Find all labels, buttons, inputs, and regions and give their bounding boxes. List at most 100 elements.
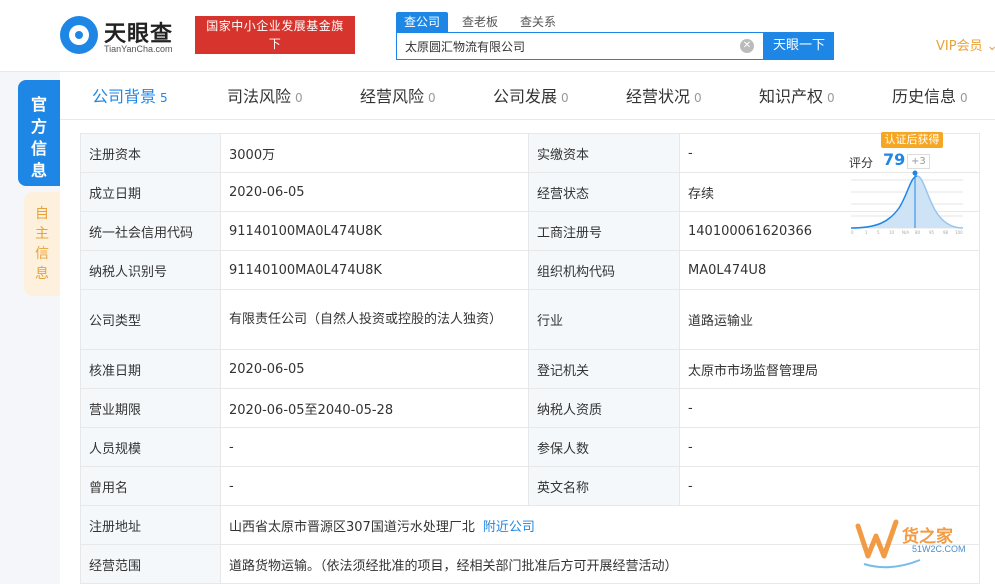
tab-label: 历史信息: [892, 87, 957, 106]
label-former-name: 曾用名: [80, 466, 221, 506]
table-row: 纳税人识别号 91140100MA0L474U8K 组织机构代码 MA0L474…: [80, 250, 980, 290]
score-label: 评分: [849, 156, 874, 170]
score-value: 79: [883, 150, 906, 169]
value-taxpayer-id: 91140100MA0L474U8K: [220, 250, 529, 290]
label-founded-date: 成立日期: [80, 172, 221, 212]
tab-judicial-risk[interactable]: 司法风险 0: [227, 72, 303, 120]
tab-search-relation[interactable]: 查关系: [512, 12, 564, 32]
tab-label: 公司背景: [92, 87, 157, 106]
side-tab-self-info[interactable]: 自 主 信 息: [24, 192, 60, 296]
side-char: 息: [35, 266, 49, 282]
value-business-term: 2020-06-05至2040-05-28: [220, 388, 529, 428]
badge-line-1: 国家中小企业发展基金旗下: [206, 19, 344, 51]
label-insured-count: 参保人数: [528, 427, 680, 467]
logo-domain: TianYanCha.com: [104, 44, 173, 54]
label-taxpayer-id: 纳税人识别号: [80, 250, 221, 290]
value-industry: 道路运输业: [679, 289, 980, 350]
label-industry: 行业: [528, 289, 680, 350]
tab-count: 0: [295, 91, 303, 105]
table-row: 公司类型 有限责任公司（自然人投资或控股的法人独资） 行业 道路运输业: [80, 289, 980, 350]
company-panel: 公司背景 5 司法风险 0 经营风险 0 公司发展 0 经营状况 0 知识产权 0 历史信息…: [60, 72, 995, 584]
official-badge: 国家中小企业发展基金旗下 官方备案企业征信机构: [195, 16, 355, 69]
certify-badge: 认证后获得: [881, 132, 943, 148]
value-approval-date: 2020-06-05: [220, 349, 529, 389]
value-company-type: 有限责任公司（自然人投资或控股的法人独资）: [220, 289, 529, 350]
tab-company-background[interactable]: 公司背景 5: [92, 72, 168, 120]
site-logo[interactable]: 天眼查 TianYanCha.com: [60, 14, 188, 56]
tab-count: 0: [694, 91, 702, 105]
tab-history-info[interactable]: 历史信息 0: [892, 72, 968, 120]
table-row: 注册资本 3000万 实缴资本 -: [80, 133, 980, 173]
table-row: 人员规模 - 参保人数 -: [80, 427, 980, 467]
svg-text:0: 0: [851, 230, 854, 235]
svg-text:10: 10: [889, 230, 895, 235]
table-row: 注册地址 山西省太原市晋源区307国道污水处理厂北 附近公司: [80, 505, 980, 545]
score-delta: +3: [907, 154, 930, 169]
svg-text:1: 1: [865, 230, 868, 235]
value-staff-size: -: [220, 427, 529, 467]
badge-line-2: 官方备案企业征信机构: [212, 55, 338, 69]
side-tab-official-info[interactable]: 官 方 信 息: [18, 80, 60, 186]
svg-text:100: 100: [955, 230, 963, 235]
chevron-down-icon: ⌄: [986, 39, 995, 54]
vip-link[interactable]: VIP会员 ⌄: [936, 35, 995, 54]
value-founded-date: 2020-06-05: [220, 172, 529, 212]
label-business-reg-no: 工商注册号: [528, 211, 680, 251]
value-org-code: MA0L474U8: [679, 250, 980, 290]
label-registered-address: 注册地址: [80, 505, 221, 545]
tab-count: 0: [428, 91, 436, 105]
svg-text:5: 5: [877, 230, 880, 235]
side-char: 方: [30, 117, 47, 136]
table-row: 营业期限 2020-06-05至2040-05-28 纳税人资质 -: [80, 388, 980, 428]
svg-text:80: 80: [915, 230, 921, 235]
value-registration-authority: 太原市市场监督管理局: [679, 349, 980, 389]
tab-intellectual-property[interactable]: 知识产权 0: [759, 72, 835, 120]
vip-label: VIP会员: [936, 39, 983, 54]
table-row: 核准日期 2020-06-05 登记机关 太原市市场监督管理局: [80, 349, 980, 389]
label-approval-date: 核准日期: [80, 349, 221, 389]
side-char: 主: [35, 226, 49, 242]
tab-search-company[interactable]: 查公司: [396, 12, 449, 32]
label-org-code: 组织机构代码: [528, 250, 680, 290]
side-char: 自: [35, 206, 49, 222]
value-former-name: -: [220, 466, 529, 506]
tab-label: 知识产权: [759, 87, 824, 106]
nearby-companies-link[interactable]: 附近公司: [483, 520, 535, 535]
tab-company-development[interactable]: 公司发展 0: [493, 72, 569, 120]
clear-icon[interactable]: ✕: [740, 39, 754, 53]
tab-business-risk[interactable]: 经营风险 0: [360, 72, 436, 120]
watermark-domain: 51W2C.COM: [912, 544, 966, 554]
label-paid-capital: 实缴资本: [528, 133, 680, 173]
search-mode-tabs: 查公司 查老板 查关系: [396, 12, 570, 32]
value-credit-code: 91140100MA0L474U8K: [220, 211, 529, 251]
score-widget[interactable]: 认证后获得 评分 79 +3 0 1 5 10 N/A 80 95 98 100: [847, 132, 975, 252]
side-char: 信: [35, 246, 49, 262]
table-row: 成立日期 2020-06-05 经营状态 存续: [80, 172, 980, 212]
label-credit-code: 统一社会信用代码: [80, 211, 221, 251]
address-text: 山西省太原市晋源区307国道污水处理厂北: [229, 519, 475, 535]
svg-text:98: 98: [943, 230, 949, 235]
table-row: 经营范围 道路货物运输。（依法须经批准的项目，经相关部门批准后方可开展经营活动）: [80, 544, 980, 584]
table-row: 曾用名 - 英文名称 -: [80, 466, 980, 506]
logo-eye-icon: [60, 16, 98, 54]
tab-operating-status[interactable]: 经营状况 0: [626, 72, 702, 120]
score-distribution-curve: 0 1 5 10 N/A 80 95 98 100: [850, 170, 963, 235]
side-char: 息: [30, 161, 47, 180]
tab-label: 经营风险: [360, 87, 425, 106]
label-business-scope: 经营范围: [80, 544, 221, 584]
label-taxpayer-qualification: 纳税人资质: [528, 388, 680, 428]
top-header: 天眼查 TianYanCha.com 国家中小企业发展基金旗下 官方备案企业征信…: [0, 0, 995, 72]
label-company-type: 公司类型: [80, 289, 221, 350]
tab-count: 0: [561, 91, 569, 105]
label-business-status: 经营状态: [528, 172, 680, 212]
value-registered-capital: 3000万: [220, 133, 529, 173]
side-char: 信: [30, 139, 47, 158]
value-insured-count: -: [679, 427, 980, 467]
label-registration-authority: 登记机关: [528, 349, 680, 389]
label-staff-size: 人员规模: [80, 427, 221, 467]
search-button[interactable]: 天眼一下: [764, 32, 834, 60]
tab-search-boss[interactable]: 查老板: [454, 12, 506, 32]
search-input[interactable]: [405, 33, 735, 59]
tab-count: 0: [827, 91, 835, 105]
search-box: ✕: [396, 32, 764, 60]
